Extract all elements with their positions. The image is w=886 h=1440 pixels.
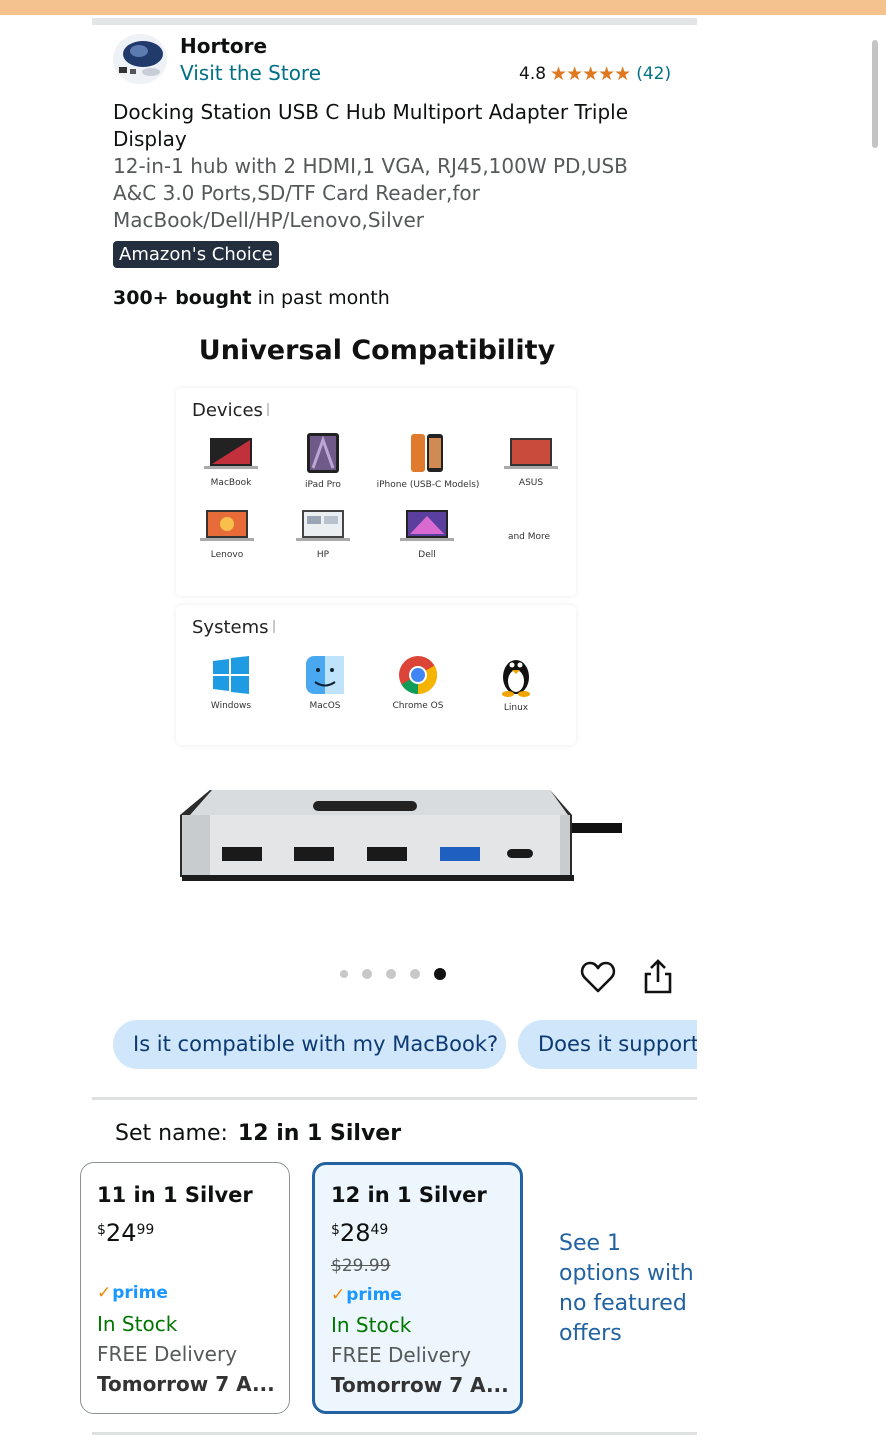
see-options-link[interactable]: See 1 options with no featured offers xyxy=(559,1229,709,1349)
amazons-choice-badge: Amazon's Choice xyxy=(113,241,279,268)
section-divider xyxy=(92,18,697,25)
systems-heading: Systems xyxy=(192,617,275,638)
product-subtitle: 12-in-1 hub with 2 HDMI,1 VGA, RJ45,100W… xyxy=(113,154,628,232)
asus-laptop-icon xyxy=(504,438,558,469)
delivery-date: Tomorrow 7 A... xyxy=(331,1373,509,1397)
prime-badge: ✓prime xyxy=(97,1283,168,1303)
prime-badge: ✓prime xyxy=(331,1285,402,1305)
macbook-icon xyxy=(204,438,258,469)
carousel-dot[interactable] xyxy=(362,969,372,979)
device-asus: ASUS xyxy=(476,436,586,488)
device-label: Dell xyxy=(418,550,436,560)
rating-value: 4.8 xyxy=(519,64,547,84)
iphone-icon xyxy=(411,434,443,472)
system-linux: Linux xyxy=(461,653,571,713)
scrollbar-thumb[interactable] xyxy=(872,40,878,148)
bought-count-bold: 300+ bought xyxy=(113,287,252,309)
device-label: iPhone (USB-C Models) xyxy=(376,480,480,490)
chrome-icon xyxy=(399,656,438,695)
carousel-dot[interactable] xyxy=(410,969,420,979)
carousel-dot[interactable] xyxy=(386,969,396,979)
stock-status: In Stock xyxy=(331,1313,412,1337)
variant-name: 11 in 1 Silver xyxy=(97,1183,253,1207)
bought-count: 300+ bought in past month xyxy=(113,287,390,309)
devices-heading: Devices xyxy=(192,400,269,421)
wishlist-heart-icon[interactable] xyxy=(580,960,616,994)
device-label: Lenovo xyxy=(210,550,244,560)
star-rating-icon: ★★★★★ xyxy=(550,63,631,85)
rating-summary[interactable]: 4.8 ★★★★★ (42) xyxy=(519,63,671,85)
device-ipad-pro: iPad Pro xyxy=(268,432,378,490)
variant-option-12-in-1-selected[interactable]: 12 in 1 Silver $2849 $29.99 ✓prime In St… xyxy=(312,1162,523,1414)
question-chip[interactable]: Is it compatible with my MacBook? xyxy=(113,1020,506,1069)
hp-laptop-icon xyxy=(296,510,350,541)
set-name-row: Set name: 12 in 1 Silver xyxy=(115,1121,401,1146)
system-chrome-os: Chrome OS xyxy=(363,655,473,711)
prime-check-icon: ✓ xyxy=(331,1285,346,1305)
linux-tux-icon xyxy=(502,660,530,697)
ipad-pro-icon xyxy=(307,433,339,473)
section-divider xyxy=(92,1432,697,1435)
stock-status: In Stock xyxy=(97,1312,178,1336)
variant-price: $2499 xyxy=(97,1219,155,1247)
device-label: and More xyxy=(507,532,551,542)
image-headline: Universal Compatibility xyxy=(198,335,556,366)
share-icon[interactable] xyxy=(642,958,674,996)
device-label: HP xyxy=(316,550,330,560)
carousel-dot-active[interactable] xyxy=(434,968,446,980)
macos-finder-icon xyxy=(306,656,344,694)
system-label: Chrome OS xyxy=(392,701,444,711)
delivery-date: Tomorrow 7 A... xyxy=(97,1372,275,1396)
device-and-more: and More xyxy=(474,526,584,542)
brand-logo[interactable] xyxy=(113,34,167,84)
system-label: Linux xyxy=(503,703,529,713)
dell-laptop-icon xyxy=(400,510,454,541)
visit-store-link[interactable]: Visit the Store xyxy=(180,61,321,85)
product-title: Docking Station USB C Hub Multiport Adap… xyxy=(113,100,629,151)
variant-name: 12 in 1 Silver xyxy=(331,1183,487,1207)
device-label: iPad Pro xyxy=(305,480,341,490)
section-divider xyxy=(92,1097,697,1100)
bought-count-rest: in past month xyxy=(251,287,390,309)
lenovo-laptop-icon xyxy=(200,510,254,541)
product-image[interactable]: Universal Compatibility Devices MacBook … xyxy=(170,330,622,920)
systems-card: Systems Windows MacOS Chrome OS Linux xyxy=(176,605,576,745)
device-label: ASUS xyxy=(518,478,544,488)
set-name-label: Set name: xyxy=(115,1121,228,1146)
brand-name: Hortore xyxy=(180,34,268,58)
variant-list-price: $29.99 xyxy=(331,1256,391,1276)
delivery-label: FREE Delivery xyxy=(331,1343,472,1367)
image-carousel-dots[interactable] xyxy=(340,968,460,980)
device-dell: Dell xyxy=(372,508,482,560)
set-name-value: 12 in 1 Silver xyxy=(237,1121,402,1146)
prime-check-icon: ✓ xyxy=(97,1283,112,1303)
rating-count-link[interactable]: (42) xyxy=(636,64,671,84)
variant-option-11-in-1[interactable]: 11 in 1 Silver $2499 ✓prime In Stock FRE… xyxy=(80,1162,290,1414)
delivery-label: FREE Delivery xyxy=(97,1342,238,1366)
windows-icon xyxy=(213,656,249,694)
devices-card: Devices MacBook iPad Pro iPhone (USB-C M… xyxy=(176,388,576,596)
device-iphone: iPhone (USB-C Models) xyxy=(373,432,483,490)
carousel-dot[interactable] xyxy=(340,970,348,978)
top-accent-bar xyxy=(0,0,886,15)
device-lenovo: Lenovo xyxy=(172,508,282,560)
variant-price: $2849 xyxy=(331,1219,389,1247)
question-chip[interactable]: Does it support xyxy=(518,1020,697,1069)
usb-hub-product-photo xyxy=(180,790,622,881)
device-hp: HP xyxy=(268,508,378,560)
